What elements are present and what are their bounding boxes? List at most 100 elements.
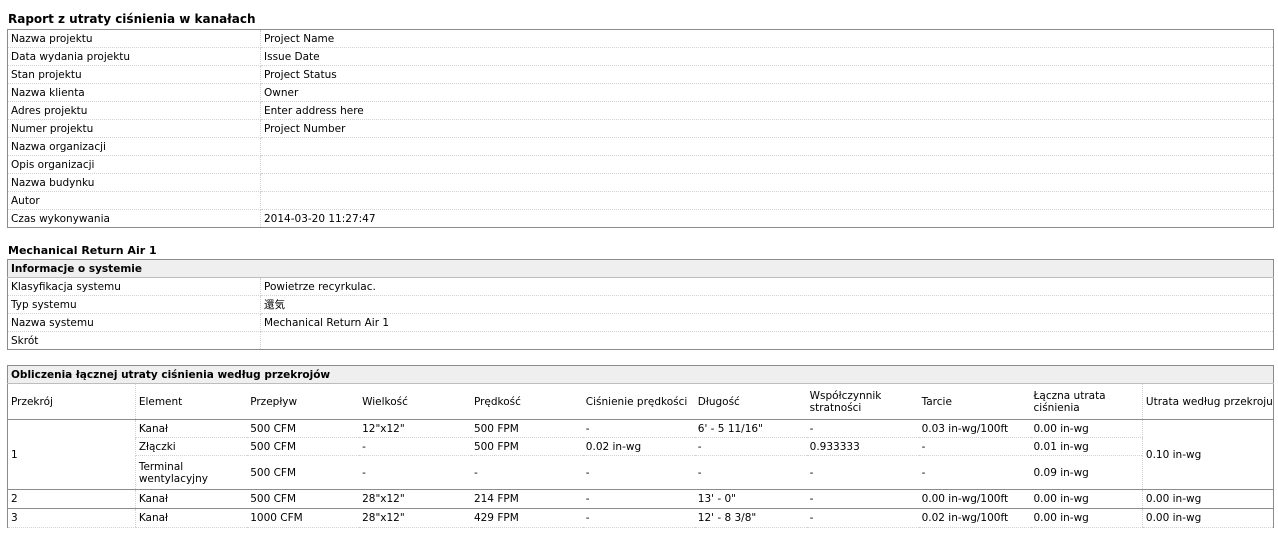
cell-element-line1: Terminal [138, 460, 184, 473]
cell-length: 13' - 0" [694, 489, 807, 509]
row-value: Project Name [260, 29, 1274, 48]
section-loss: 0.10 in-wg [1141, 419, 1274, 490]
col-velocity: Prędkość [470, 383, 583, 420]
table-row: Typ systemu 還気 [7, 295, 1274, 314]
cell-flow: 500 CFM [247, 455, 360, 490]
section-loss: 0.00 in-wg [1141, 489, 1274, 509]
cell-velocity-pressure: - [582, 489, 695, 509]
col-total-loss-line2: ciśnienia [1033, 401, 1080, 414]
cell-total-loss: 0.00 in-wg [1030, 508, 1143, 528]
cell-length: - [694, 437, 807, 456]
cell-loss-coefficient: - [806, 489, 919, 509]
table-header-row: Informacje o systemie [7, 259, 1274, 278]
section-number: 1 [7, 419, 136, 490]
table-row: Czas wykonywania 2014-03-20 11:27:47 [7, 209, 1274, 228]
col-length: Długość [694, 383, 807, 420]
cell-friction: - [918, 437, 1031, 456]
table-row: Złączki 500 CFM - 500 FPM 0.02 in-wg - 0… [8, 437, 1274, 456]
section-loss: 0.00 in-wg [1141, 508, 1274, 528]
row-value: Project Status [260, 65, 1274, 84]
cell-total-loss: 0.00 in-wg [1030, 419, 1143, 438]
row-value: Project Number [260, 119, 1274, 138]
row-label: Skrót [7, 331, 261, 350]
row-value: Enter address here [260, 101, 1274, 120]
cell-size: - [359, 437, 471, 456]
cell-flow: 500 CFM [247, 419, 360, 438]
cell-element: Kanał [134, 489, 248, 509]
row-label: Adres projektu [7, 101, 261, 120]
col-loss-coefficient-line2: stratności [809, 401, 862, 414]
system-info-header: Informacje o systemie [7, 259, 1274, 278]
table-row: 3 Kanał 1000 CFM 28"x12" 429 FPM - 12' -… [7, 508, 1274, 528]
table-row: Nazwa projektu Project Name [7, 29, 1274, 48]
cell-friction: - [918, 455, 1031, 490]
cell-total-loss: 0.09 in-wg [1030, 455, 1143, 490]
report-title: Raport z utraty ciśnienia w kanałach [8, 12, 256, 26]
pressure-loss-table: Obliczenia łącznej utraty ciśnienia wedł… [7, 365, 1274, 528]
row-label: Data wydania projektu [7, 47, 261, 66]
row-value [260, 155, 1274, 174]
cell-loss-coefficient: - [806, 419, 919, 438]
cell-flow: 1000 CFM [247, 508, 360, 528]
col-loss-coefficient-line1: Współczynnik [809, 389, 882, 402]
cell-element: Kanał [134, 419, 248, 438]
row-label: Nazwa projektu [7, 29, 261, 48]
table-row: Nazwa klienta Owner [7, 83, 1274, 102]
table-row: Adres projektu Enter address here [7, 101, 1274, 120]
table-row: Autor [7, 191, 1274, 210]
cell-velocity: 500 FPM [470, 419, 583, 438]
row-label: Autor [7, 191, 261, 210]
row-value: 2014-03-20 11:27:47 [264, 212, 376, 225]
row-value: Mechanical Return Air 1 [260, 313, 1274, 332]
cell-velocity-pressure: 0.02 in-wg [582, 437, 695, 456]
cell-loss-coefficient: - [806, 508, 919, 528]
row-value [260, 191, 1274, 210]
cell-loss-coefficient: - [806, 455, 919, 490]
col-section-loss: Utrata według przekroju [1141, 383, 1274, 420]
col-friction: Tarcie [918, 383, 1031, 420]
section-number: 3 [7, 508, 136, 528]
cell-velocity: 500 FPM [470, 437, 583, 456]
row-label: Stan projektu [7, 65, 261, 84]
cell-length: - [694, 455, 807, 490]
cell-element: Złączki [134, 437, 248, 456]
system-info-table: Informacje o systemie Klasyfikacja syste… [7, 259, 1274, 350]
row-label: Numer projektu [7, 119, 261, 138]
row-value: 還気 [260, 295, 1274, 314]
table-row: Stan projektu Project Status [7, 65, 1274, 84]
cell-element-line2: wentylacyjny [138, 472, 208, 485]
row-value: Owner [260, 83, 1274, 102]
table-row: 1 Kanał 500 CFM 12"x12" 500 FPM - 6' - 5… [7, 419, 1274, 490]
column-header-row: Przekrój Element Przepływ Wielkość Prędk… [7, 383, 1274, 420]
cell-total-loss: 0.01 in-wg [1030, 437, 1143, 456]
cell-size: 12"x12" [359, 419, 471, 438]
row-label: Nazwa klienta [7, 83, 261, 102]
row-label: Nazwa systemu [7, 313, 261, 332]
table-row: Nazwa organizacji [7, 137, 1274, 156]
project-info-table: Nazwa projektu Project Name Data wydania … [7, 29, 1274, 228]
cell-velocity-pressure: - [582, 455, 695, 490]
row-label: Nazwa organizacji [7, 137, 261, 156]
col-loss-coefficient: Współczynnik stratności [806, 383, 919, 420]
cell-friction: 0.00 in-wg/100ft [918, 489, 1031, 509]
col-velocity-pressure: Ciśnienie prędkości [582, 383, 695, 420]
row-label: Czas wykonywania [7, 209, 261, 228]
col-flow: Przepływ [247, 383, 360, 420]
table-row: Skrót [7, 331, 1274, 350]
cell-velocity: 429 FPM [470, 508, 583, 528]
row-label: Nazwa budynku [7, 173, 261, 192]
cell-size: 28"x12" [359, 489, 471, 509]
row-label: Opis organizacji [7, 155, 261, 174]
cell-friction: 0.03 in-wg/100ft [918, 419, 1031, 438]
cell-loss-coefficient: 0.933333 [806, 437, 919, 456]
table-row: Terminal wentylacyjny 500 CFM - - - - - -… [8, 455, 1274, 490]
cell-flow: 500 CFM [247, 437, 360, 456]
table-row: Klasyfikacja systemu Powietrze recyrkulac… [7, 277, 1274, 296]
table-row: Nazwa systemu Mechanical Return Air 1 [7, 313, 1274, 332]
cell-length: 6' - 5 11/16" [694, 419, 807, 438]
table-row: Nazwa budynku [7, 173, 1274, 192]
col-total-loss: Łączna utrata ciśnienia [1030, 383, 1143, 420]
col-size: Wielkość [359, 383, 471, 420]
row-value [261, 332, 1274, 350]
row-label: Typ systemu [7, 295, 261, 314]
